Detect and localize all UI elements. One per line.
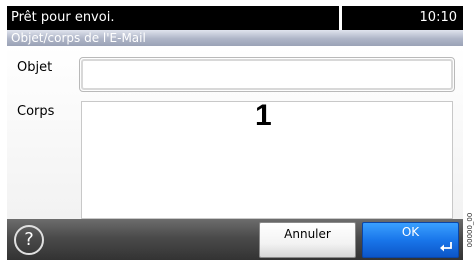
body-label: Corps	[17, 104, 55, 119]
form-area: Objet Corps 1	[7, 46, 463, 219]
status-time: 10:10	[419, 10, 457, 25]
title-bar: Objet/corps de l'E-Mail	[7, 30, 463, 46]
cancel-button[interactable]: Annuler	[259, 222, 356, 258]
cancel-button-label: Annuler	[284, 227, 331, 241]
subject-label: Objet	[17, 60, 53, 75]
figure-code-text: 00000_00	[466, 212, 474, 248]
bottom-bar: ? Annuler OK	[7, 219, 463, 260]
callout-number: 1	[255, 99, 272, 132]
status-divider	[339, 6, 342, 30]
help-button[interactable]: ?	[14, 225, 44, 255]
ok-button-label: OK	[401, 225, 420, 239]
enter-arrow-icon	[440, 242, 452, 252]
help-icon: ?	[24, 229, 34, 250]
email-subject-body-screen: Prêt pour envoi. 10:10 Objet/corps de l'…	[7, 6, 463, 260]
screen-title: Objet/corps de l'E-Mail	[11, 31, 146, 45]
status-bar: Prêt pour envoi. 10:10	[7, 6, 463, 30]
subject-field[interactable]	[79, 57, 455, 92]
ok-button[interactable]: OK	[362, 222, 459, 258]
figure-code: 00000_00	[465, 204, 474, 260]
status-message: Prêt pour envoi.	[11, 10, 115, 25]
